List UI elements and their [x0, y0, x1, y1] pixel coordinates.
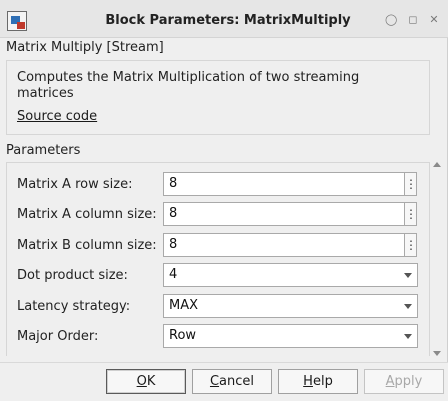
scroll-down-arrow-icon[interactable]: [433, 351, 441, 356]
matrix-a-row-size-label: Matrix A row size:: [17, 177, 133, 192]
matrix-a-row-size-input[interactable]: 8: [163, 172, 405, 196]
latency-strategy-value: MAX: [169, 298, 199, 313]
scroll-up-arrow-icon[interactable]: [433, 162, 441, 167]
major-order-dropdown[interactable]: Row: [163, 324, 418, 348]
source-code-link[interactable]: Source code: [17, 109, 97, 124]
dialog-button-bar: OK Cancel Help Apply: [0, 362, 448, 401]
major-order-label: Major Order:: [17, 329, 99, 344]
dot-product-size-value: 4: [169, 267, 178, 282]
description-group: Computes the Matrix Multiplication of tw…: [6, 60, 430, 135]
pin-icon[interactable]: ◯: [385, 14, 397, 26]
more-options-icon[interactable]: ⋮: [405, 172, 417, 196]
chevron-down-icon: [404, 304, 412, 309]
block-description: Computes the Matrix Multiplication of tw…: [17, 70, 360, 101]
block-type-heading: Matrix Multiply [Stream]: [6, 40, 164, 55]
matrix-a-column-size-label: Matrix A column size:: [17, 207, 157, 222]
dot-product-size-label: Dot product size:: [17, 268, 128, 283]
matrix-a-column-size-input[interactable]: 8: [163, 202, 405, 226]
more-options-icon[interactable]: ⋮: [405, 233, 417, 257]
matrix-b-column-size-input[interactable]: 8: [163, 233, 405, 257]
window-title: Block Parameters: MatrixMultiply: [105, 13, 351, 28]
maximize-icon[interactable]: ◻: [407, 14, 419, 26]
ok-button[interactable]: OK: [106, 369, 186, 394]
chevron-down-icon: [404, 334, 412, 339]
chevron-down-icon: [404, 273, 412, 278]
parameters-heading: Parameters: [6, 143, 81, 158]
matrix-b-column-size-label: Matrix B column size:: [17, 238, 157, 253]
latency-strategy-label: Latency strategy:: [17, 299, 131, 314]
more-options-icon[interactable]: ⋮: [405, 202, 417, 226]
major-order-value: Row: [169, 328, 197, 343]
block-parameters-dialog: Block Parameters: MatrixMultiply ◯ ◻ ✕ M…: [0, 0, 448, 401]
help-button[interactable]: Help: [278, 369, 358, 394]
cancel-button[interactable]: Cancel: [192, 369, 272, 394]
title-bar[interactable]: Block Parameters: MatrixMultiply ◯ ◻ ✕: [0, 0, 448, 38]
close-icon[interactable]: ✕: [428, 14, 440, 26]
latency-strategy-dropdown[interactable]: MAX: [163, 294, 418, 318]
apply-button: Apply: [364, 369, 444, 394]
dot-product-size-dropdown[interactable]: 4: [163, 263, 418, 287]
vertical-scrollbar[interactable]: [432, 160, 442, 360]
